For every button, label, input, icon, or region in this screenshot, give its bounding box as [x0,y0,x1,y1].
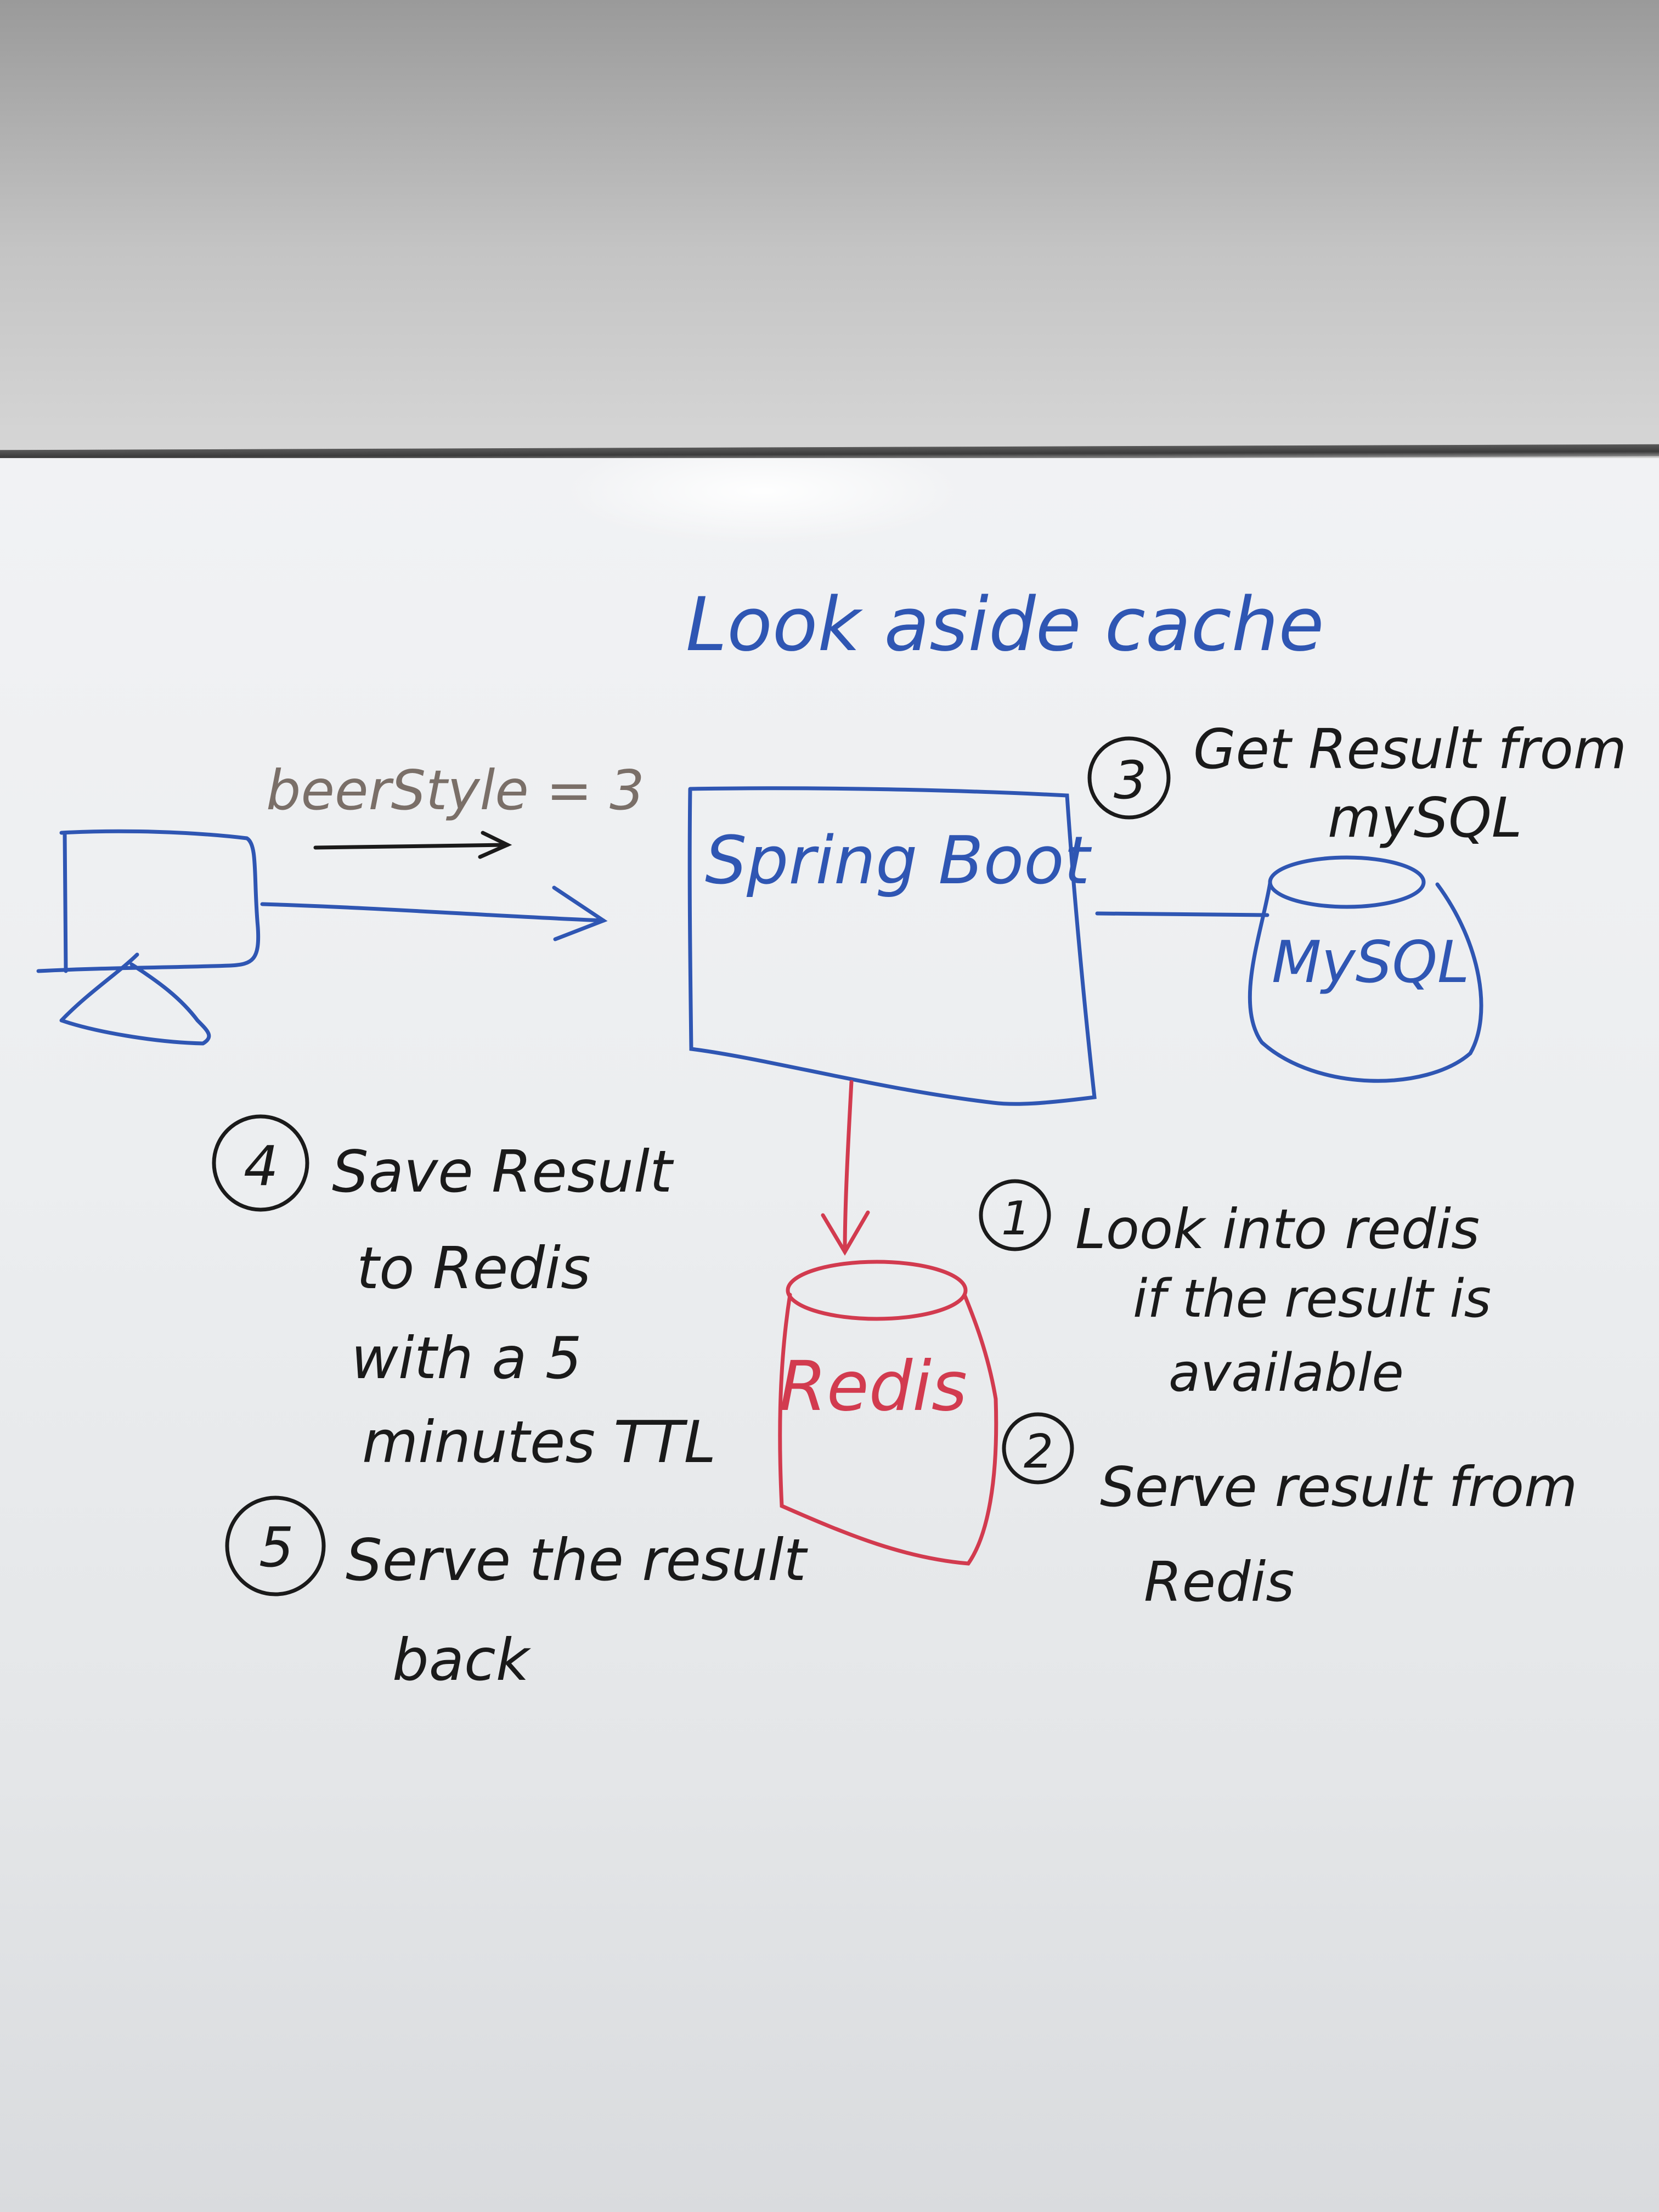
step-3-number: 3 [1114,751,1147,811]
request-label: beerStyle = 3 [266,758,645,822]
spring-boot-label: Spring Boot [705,823,1092,899]
mysql-label: MySQL [1272,929,1470,996]
step-2-number: 2 [1024,1425,1053,1479]
step-1-number: 1 [1001,1192,1031,1246]
step-4-number: 4 [244,1134,279,1198]
request-arrow [313,831,512,859]
step-1-line-3: available [1169,1343,1404,1403]
step-3-line-1: Get Result from [1193,717,1627,781]
diagram-title: Look aside cache [686,582,1324,668]
step-1-line-1: Look into redis [1075,1197,1480,1261]
client-to-app-arrow [260,885,608,941]
step-2-line-2: Redis [1144,1550,1294,1614]
step-5-number: 5 [259,1515,294,1579]
step-5-line-1: Serve the result [346,1527,808,1594]
step-3-line-2: mySQL [1328,786,1522,850]
step-4-note: 4 Save Result to Redis with a 5 minutes … [212,1114,716,1476]
app-to-redis-arrow [821,1080,870,1256]
spring-boot-box: Spring Boot [687,786,1097,1106]
step-4-line-2: to Redis [357,1235,591,1302]
whiteboard-photo: Look aside cache beerStyle = 3 Spring Bo… [0,0,1659,2212]
redis-label: Redis [779,1347,967,1426]
cache-cylinder-icon: Redis [778,1260,998,1566]
step-2-line-1: Serve result from [1100,1455,1577,1519]
step-1-note: 1 Look into redis if the result is avail… [979,1179,1491,1403]
step-4-line-3: with a 5 [351,1325,582,1392]
step-5-line-2: back [392,1627,532,1694]
step-3-note: 3 Get Result from mySQL [1087,717,1627,850]
database-cylinder-icon: MySQL [1248,855,1483,1083]
app-to-mysql-line [1095,911,1269,917]
step-5-note: 5 Serve the result back [225,1496,808,1694]
step-2-note: 2 Serve result from Redis [1002,1412,1577,1614]
whiteboard-drawing: Look aside cache beerStyle = 3 Spring Bo… [36,582,1627,1694]
step-4-line-4: minutes TTL [362,1409,716,1476]
step-4-line-1: Save Result [332,1138,674,1205]
step-1-line-2: if the result is [1133,1269,1491,1329]
computer-monitor-icon [36,829,261,1046]
